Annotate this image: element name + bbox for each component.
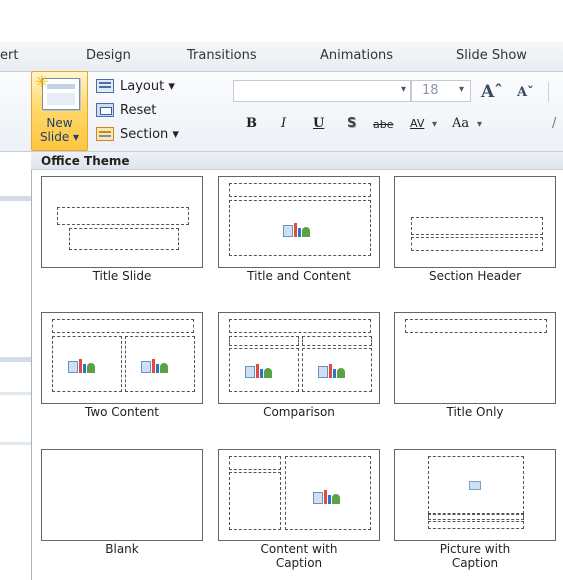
sun-icon: ✳ [35, 72, 49, 91]
layout-label-comparison: Comparison [263, 405, 335, 419]
layout-thumb-title-and-content[interactable] [218, 176, 380, 268]
layout-thumb-content-with-caption[interactable] [218, 449, 380, 541]
content-icon [245, 358, 275, 378]
layout-button[interactable]: Layout ▾ [96, 76, 175, 96]
shrink-font-icon[interactable]: Aˇ [517, 85, 534, 100]
content-icon [313, 484, 343, 504]
title-bar [0, 0, 563, 42]
font-name-dropdown-icon[interactable]: ▾ [401, 84, 406, 95]
change-case-dropdown-icon[interactable]: ▾ [477, 119, 482, 130]
layout-label-title-and-content: Title and Content [247, 269, 351, 283]
tab-insert[interactable]: ert [0, 48, 18, 63]
tab-transitions[interactable]: Transitions [187, 48, 257, 63]
layout-thumb-comparison[interactable] [218, 312, 380, 404]
shadow-button[interactable]: S [347, 116, 356, 131]
character-spacing-button[interactable]: AV [410, 117, 424, 130]
italic-button[interactable]: I [281, 116, 286, 131]
layout-icon [96, 79, 114, 93]
layout-thumb-title-only[interactable] [394, 312, 556, 404]
reset-button[interactable]: Reset [96, 100, 156, 120]
tab-design[interactable]: Design [86, 48, 131, 63]
font-name-combobox[interactable]: ▾ [233, 80, 411, 102]
tab-slide-show[interactable]: Slide Show [456, 48, 527, 63]
font-size-value: 18 [422, 83, 439, 98]
underline-button[interactable]: U [313, 116, 324, 131]
character-spacing-dropdown-icon[interactable]: ▾ [432, 119, 437, 130]
layout-label-content-with-caption-2: Caption [275, 556, 323, 570]
layout-label-picture-with-caption-2: Caption [451, 556, 499, 570]
layout-thumb-picture-with-caption[interactable] [394, 449, 556, 541]
layout-thumb-blank[interactable] [41, 449, 203, 541]
content-icon [318, 358, 348, 378]
content-icon [68, 353, 98, 373]
layout-label-blank: Blank [105, 542, 139, 556]
clear-formatting-icon[interactable]: / [552, 116, 556, 131]
section-button[interactable]: Section ▾ [96, 124, 179, 144]
reset-label: Reset [120, 102, 157, 118]
ribbon-tabs: ert Design Transitions Animations Slide … [0, 42, 563, 72]
layout-label-content-with-caption-1: Content with [260, 542, 338, 556]
layout-thumb-title-slide[interactable] [41, 176, 203, 268]
font-size-dropdown-icon[interactable]: ▾ [459, 84, 464, 95]
slide-pane-strip [0, 152, 31, 580]
reset-icon [96, 103, 114, 117]
new-slide-dropdown-label: Slide ▾ [39, 130, 80, 144]
new-slide-button[interactable]: ✳ New Slide ▾ [31, 71, 88, 151]
layout-label-picture-with-caption-1: Picture with [439, 542, 511, 556]
font-size-combobox[interactable]: 18 ▾ [411, 80, 471, 102]
tab-animations[interactable]: Animations [320, 48, 393, 63]
gallery-header: Office Theme [31, 152, 563, 170]
layout-thumb-section-header[interactable] [394, 176, 556, 268]
strikethrough-button[interactable]: abe [373, 118, 394, 131]
layout-label: Layout ▾ [120, 78, 175, 94]
content-icon [283, 217, 313, 237]
layout-label-title-slide: Title Slide [92, 269, 152, 283]
separator [548, 82, 549, 102]
bold-button[interactable]: B [246, 116, 257, 131]
grow-font-icon[interactable]: Aˆ [481, 82, 503, 102]
content-icon [141, 353, 171, 373]
section-label: Section ▾ [120, 126, 179, 142]
layout-label-section-header: Section Header [428, 269, 522, 283]
layout-label-title-only: Title Only [446, 405, 504, 419]
layout-label-two-content: Two Content [84, 405, 160, 419]
section-icon [96, 127, 114, 141]
new-slide-label: New [46, 116, 73, 130]
change-case-button[interactable]: Aa [452, 116, 469, 131]
layout-thumb-two-content[interactable] [41, 312, 203, 404]
picture-icon [469, 481, 481, 490]
